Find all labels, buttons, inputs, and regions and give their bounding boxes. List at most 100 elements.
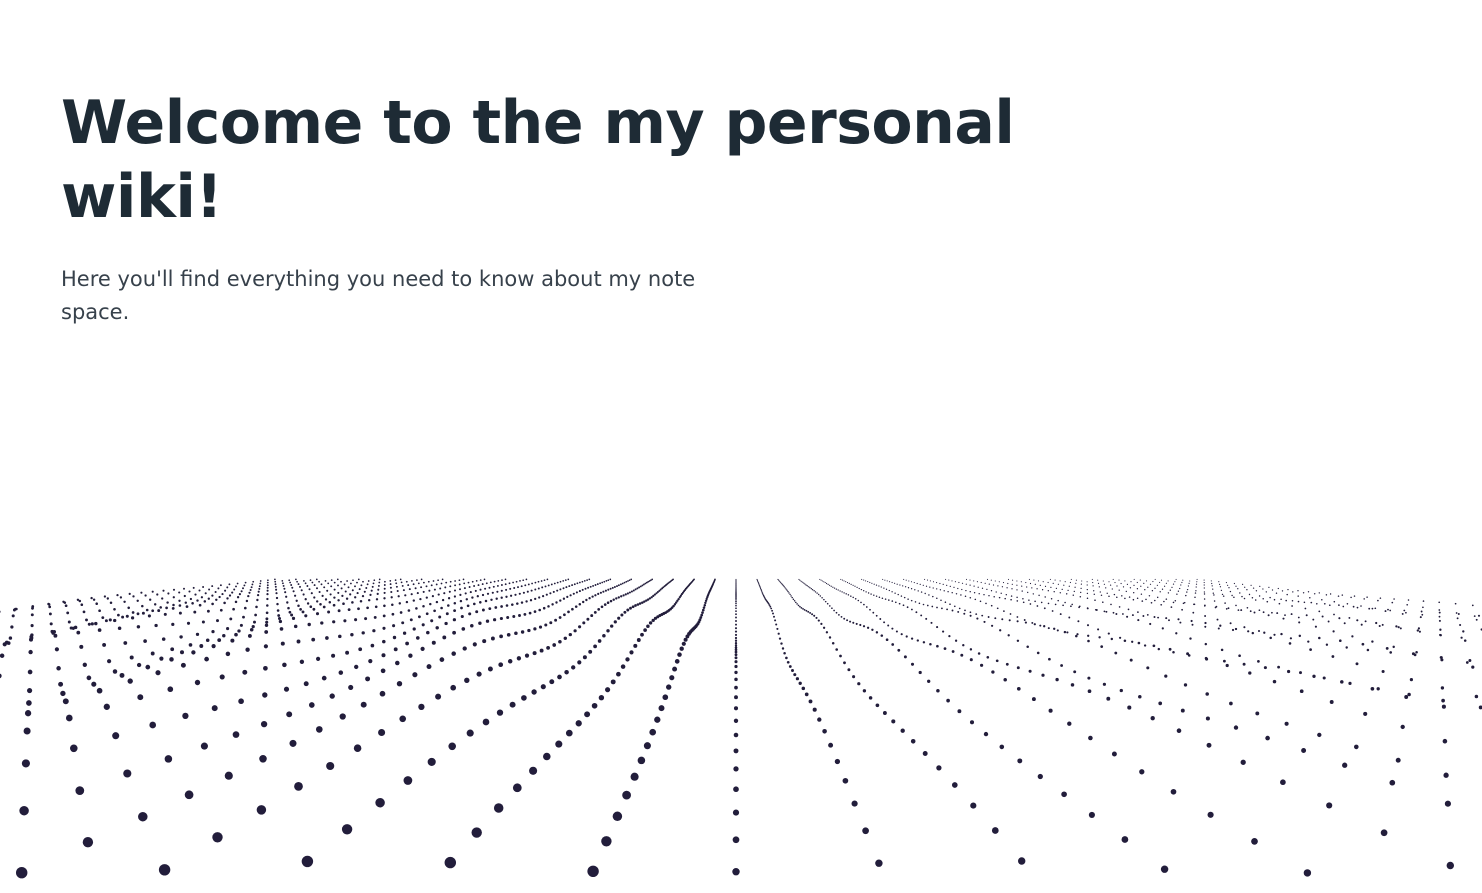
wave-dot: [567, 578, 570, 581]
wave-dot: [957, 610, 960, 613]
wave-dot: [79, 644, 84, 649]
wave-dot: [813, 590, 815, 592]
wave-dot: [512, 783, 522, 793]
wave-dot: [821, 580, 823, 582]
wave-dot: [735, 599, 737, 601]
wave-dot: [1460, 636, 1463, 639]
wave-dot: [447, 597, 451, 600]
wave-dot: [734, 644, 738, 647]
wave-dot: [453, 609, 457, 613]
wave-dot: [1195, 586, 1197, 588]
wave-dot: [1263, 631, 1266, 634]
wave-dot: [845, 581, 847, 583]
wave-dot: [1284, 721, 1289, 726]
wave-dot: [178, 599, 181, 602]
wave-dot: [915, 611, 918, 614]
wave-dot: [531, 689, 537, 695]
wave-dot: [951, 592, 953, 594]
wave-dot: [184, 790, 194, 800]
wave-dot: [586, 617, 590, 621]
wave-dot: [999, 629, 1002, 632]
wave-dot: [780, 581, 782, 583]
wave-dot: [349, 593, 352, 596]
wave-dot: [1161, 588, 1164, 590]
wave-dot: [1102, 580, 1104, 582]
wave-dot: [453, 595, 457, 598]
wave-dot: [760, 590, 763, 592]
wave-dot: [1292, 591, 1294, 593]
wave-dot: [1475, 618, 1478, 621]
wave-dot: [373, 579, 376, 582]
wave-dot: [929, 580, 931, 582]
wave-dot: [1041, 589, 1044, 591]
wave-dot: [656, 615, 660, 619]
wave-dot: [264, 630, 269, 634]
wave-dot: [804, 583, 806, 585]
wave-dot: [1086, 624, 1090, 627]
wave-dot: [976, 617, 979, 620]
wave-dot: [296, 580, 298, 583]
wave-dot: [97, 628, 102, 632]
wave-dot: [903, 596, 906, 599]
wave-dot: [315, 612, 320, 616]
wave-dot: [1204, 642, 1208, 646]
wave-dot: [104, 619, 108, 623]
wave-dot: [670, 580, 673, 582]
wave-dot: [878, 585, 880, 587]
wave-dot: [545, 593, 548, 596]
wave-dot: [488, 607, 492, 611]
wave-dot: [810, 588, 812, 590]
wave-dot: [426, 630, 430, 635]
wave-dot: [581, 580, 584, 583]
wave-dot: [1174, 600, 1177, 602]
wave-dot: [969, 591, 971, 593]
wave-dot: [873, 583, 875, 585]
wave-dot: [734, 653, 738, 657]
wave-dot: [1462, 630, 1465, 633]
wave-dot: [999, 744, 1005, 750]
wave-dot: [458, 583, 461, 586]
wave-dot: [910, 588, 913, 590]
wave-dot: [1225, 582, 1227, 584]
wave-dot: [543, 579, 546, 582]
wave-dot: [1291, 605, 1293, 607]
wave-dot: [710, 585, 713, 588]
wave-dot: [1012, 579, 1014, 581]
wave-dot: [605, 687, 611, 693]
wave-dot: [267, 579, 269, 582]
wave-dot: [472, 642, 477, 647]
wave-dot: [807, 610, 810, 613]
wave-dot: [1226, 584, 1229, 586]
wave-dot: [767, 601, 769, 604]
wave-dot: [1143, 582, 1145, 584]
wave-dot: [788, 592, 790, 594]
wave-dot: [346, 580, 348, 582]
wave-dot: [243, 606, 247, 610]
wave-dot: [995, 659, 999, 663]
wave-dot: [643, 628, 647, 632]
wave-dot: [1457, 613, 1460, 615]
wave-dot: [594, 594, 597, 597]
wave-dot: [759, 586, 761, 588]
wave-dot: [441, 578, 444, 581]
wave-dot: [149, 598, 152, 601]
wave-dot: [894, 582, 896, 584]
wave-dot: [862, 689, 867, 693]
wave-dot: [437, 579, 439, 582]
wave-dot: [1248, 671, 1252, 675]
wave-dot: [1385, 646, 1389, 650]
wave-dot: [179, 635, 183, 639]
wave-dot: [808, 586, 810, 588]
wave-dot: [119, 596, 123, 599]
wave-dot: [1126, 583, 1128, 586]
wave-dot: [1196, 581, 1198, 583]
wave-dot: [582, 621, 586, 625]
wave-dot: [1160, 865, 1169, 873]
wave-dot: [1210, 580, 1212, 582]
wave-dot: [842, 777, 849, 784]
wave-dot: [482, 718, 490, 726]
wave-dot: [1411, 652, 1415, 656]
wave-dot: [916, 639, 919, 642]
wave-dot: [356, 592, 359, 595]
wave-dot: [1194, 596, 1196, 598]
